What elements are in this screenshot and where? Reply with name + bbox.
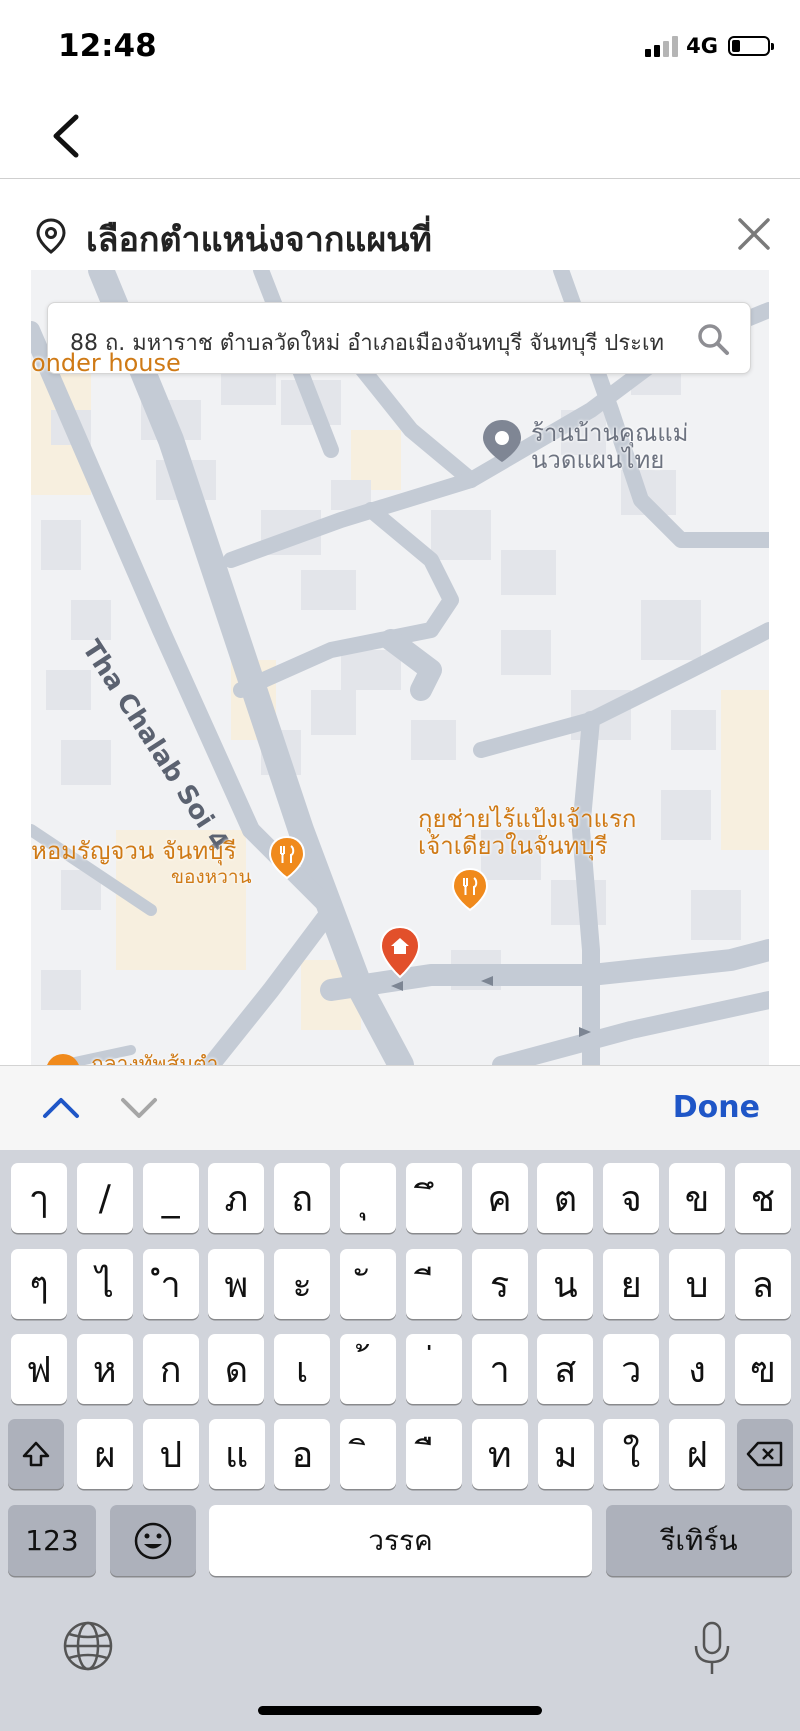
key-row2-4[interactable]: ะ — [274, 1249, 331, 1319]
key-row3-0[interactable]: ฟ — [11, 1334, 67, 1404]
poi-kuay-chai-line1[interactable]: กุยช่ายไร้แป้งเจ้าแรก — [418, 806, 636, 833]
key-row1-1[interactable]: / — [76, 1163, 133, 1233]
key-row3-4[interactable]: เ — [274, 1334, 331, 1404]
key-row3-9[interactable]: ว — [603, 1334, 660, 1404]
poi-bottom[interactable]: กลางทัพส้มตำ — [91, 1051, 218, 1065]
backspace-icon — [746, 1441, 783, 1467]
key-row1-9[interactable]: จ — [603, 1163, 660, 1233]
key-row4-8[interactable]: ใ — [603, 1419, 660, 1489]
key-row2-9[interactable]: ย — [603, 1249, 660, 1319]
key-row2-1[interactable]: ไ — [76, 1249, 133, 1319]
key-row1-4[interactable]: ถ — [274, 1163, 331, 1233]
key-row3-5[interactable]: ้ — [340, 1334, 396, 1404]
poi-hom-ran-juan[interactable]: หอมรัญจวน จันทบุรี — [31, 838, 236, 865]
selected-location-marker-icon[interactable] — [379, 925, 421, 979]
network-type: 4G — [686, 34, 718, 58]
key-row3-3[interactable]: ด — [208, 1334, 265, 1404]
key-row2-5[interactable]: ั — [340, 1249, 396, 1319]
shift-arrow-icon — [22, 1441, 50, 1467]
done-button[interactable]: Done — [673, 1090, 760, 1125]
return-key[interactable]: รีเทิร์น — [606, 1505, 792, 1576]
key-row4-3[interactable]: อ — [274, 1419, 331, 1489]
status-indicators: 4G — [645, 34, 774, 58]
key-row2-10[interactable]: บ — [669, 1249, 725, 1319]
key-row2-8[interactable]: น — [537, 1249, 594, 1319]
key-row2-7[interactable]: ร — [471, 1249, 528, 1319]
previous-field-chevron-up-icon[interactable] — [40, 1090, 82, 1126]
home-indicator — [258, 1706, 542, 1715]
key-row2-2[interactable]: ำ — [142, 1249, 199, 1319]
key-row2-11[interactable]: ล — [734, 1249, 791, 1319]
key-row4-4[interactable]: ิ — [340, 1419, 397, 1489]
key-row3-6[interactable]: ่ — [405, 1334, 462, 1404]
thai-keyboard: ๅ/_ภถุึคตจขช ๆไำพะัีรนยบล ฟหกดเ้่าสวงฃ ผ… — [0, 1150, 800, 1731]
key-row1-10[interactable]: ข — [669, 1163, 725, 1233]
key-row4-5[interactable]: ื — [406, 1419, 462, 1489]
key-row3-10[interactable]: ง — [669, 1334, 725, 1404]
poi-wonder-house[interactable]: onder house — [31, 350, 181, 377]
key-row1-2[interactable]: _ — [142, 1163, 199, 1233]
restaurant-pin-icon[interactable] — [452, 868, 488, 912]
emoji-key[interactable] — [110, 1505, 196, 1576]
key-row3-1[interactable]: ห — [76, 1334, 133, 1404]
key-row3-8[interactable]: ส — [537, 1334, 594, 1404]
next-field-chevron-down-icon[interactable] — [118, 1090, 160, 1126]
globe-icon[interactable] — [62, 1620, 114, 1672]
emoji-icon — [134, 1522, 172, 1559]
key-row2-3[interactable]: พ — [208, 1249, 265, 1319]
key-row1-8[interactable]: ต — [537, 1163, 594, 1233]
key-row3-11[interactable]: ฃ — [734, 1334, 791, 1404]
restaurant-pin-icon[interactable] — [269, 836, 305, 880]
close-icon[interactable] — [734, 214, 774, 254]
back-chevron-icon[interactable] — [46, 111, 90, 161]
key-row2-6[interactable]: ี — [405, 1249, 462, 1319]
status-time: 12:48 — [58, 28, 157, 64]
key-row1-7[interactable]: ค — [471, 1163, 528, 1233]
numbers-key[interactable]: 123 — [8, 1505, 96, 1576]
navigation-bar — [0, 95, 800, 179]
keyboard-toolbar: Done — [0, 1065, 800, 1151]
key-row1-0[interactable]: ๅ — [11, 1163, 67, 1233]
key-row4-7[interactable]: ม — [537, 1419, 594, 1489]
key-row4-9[interactable]: ฝ — [669, 1419, 726, 1489]
key-row2-0[interactable]: ๆ — [11, 1249, 67, 1319]
poi-hom-ran-juan-subtitle: ของหวาน — [171, 866, 252, 888]
restaurant-pin-icon[interactable] — [45, 1053, 81, 1065]
search-icon[interactable] — [696, 322, 730, 356]
key-row4-6[interactable]: ท — [471, 1419, 528, 1489]
location-pin-icon — [36, 218, 66, 254]
microphone-icon[interactable] — [690, 1620, 734, 1678]
key-row3-7[interactable]: า — [471, 1334, 528, 1404]
poi-massage-line2[interactable]: นวดแผนไทย — [531, 447, 664, 474]
space-key[interactable]: วรรค — [209, 1505, 592, 1576]
poi-massage-line1[interactable]: ร้านบ้านคุณแม่ — [531, 420, 689, 447]
key-row3-2[interactable]: ก — [142, 1334, 199, 1404]
key-row4-1[interactable]: ป — [142, 1419, 199, 1489]
map-view[interactable]: 88 ถ. มหาราช ตำบลวัดใหม่ อำเภอเมืองจันทบ… — [31, 270, 769, 1065]
key-row1-11[interactable]: ช — [734, 1163, 791, 1233]
shift-key[interactable] — [8, 1419, 64, 1489]
key-row1-6[interactable]: ึ — [405, 1163, 462, 1233]
panel-header: เลือกตำแหน่งจากแผนที่ — [0, 200, 800, 270]
poi-kuay-chai-line2[interactable]: เจ้าเดียวในจันทบุรี — [418, 833, 608, 860]
panel-title: เลือกตำแหน่งจากแผนที่ — [86, 220, 432, 260]
battery-icon — [728, 36, 774, 56]
key-row4-2[interactable]: แ — [208, 1419, 265, 1489]
key-row4-0[interactable]: ผ — [77, 1419, 133, 1489]
backspace-key[interactable] — [737, 1419, 793, 1489]
signal-icon — [645, 35, 679, 57]
status-bar: 12:48 4G — [0, 0, 800, 95]
key-row1-5[interactable]: ุ — [340, 1163, 396, 1233]
key-row1-3[interactable]: ภ — [208, 1163, 265, 1233]
